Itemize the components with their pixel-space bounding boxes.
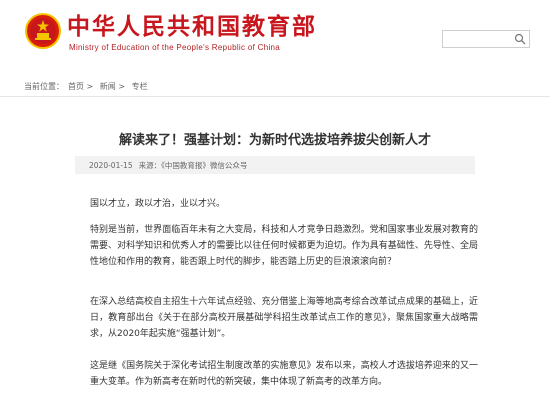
article-source-label: 来源：: [138, 161, 162, 170]
site-header: 中华人民共和国教育部 Ministry of Education of the …: [0, 0, 550, 70]
article-paragraph: 特别是当前，世界面临百年未有之大变局，科技和人才竞争日趋激烈。党和国家事业发展对…: [90, 225, 478, 267]
article-paragraph: 在深入总结高校自主招生十六年试点经验、充分借鉴上海等地高考综合改革试点成果的基础…: [90, 297, 478, 339]
breadcrumb-news-link[interactable]: 新闻: [100, 82, 116, 91]
article-paragraph: 这是继《国务院关于深化考试招生制度改革的实施意见》发布以来，高校人才选拔培养迎来…: [90, 361, 478, 387]
breadcrumb: 当前位置： 首页 > 新闻 > 专栏: [24, 81, 148, 92]
breadcrumb-home-link[interactable]: 首页: [68, 82, 84, 91]
article-date: 2020-01-15: [89, 161, 133, 170]
breadcrumb-bar: 当前位置： 首页 > 新闻 > 专栏: [0, 76, 550, 97]
breadcrumb-prefix: 当前位置：: [24, 82, 64, 91]
breadcrumb-separator: >: [118, 82, 126, 91]
search-icon[interactable]: [514, 33, 526, 45]
breadcrumb-separator: >: [86, 82, 94, 91]
article-source: 《中国教育报》微信公众号: [161, 161, 248, 170]
site-title-cn: 中华人民共和国教育部: [67, 14, 317, 40]
search-box: [442, 30, 530, 52]
article-title: 解读来了！强基计划：为新时代选拔培养拔尖创新人才: [118, 133, 431, 148]
article-meta-bar: 2020-01-15 来源：《中国教育报》微信公众号: [75, 156, 475, 174]
article-paragraph: 国以才立，政以才治，业以才兴。: [90, 199, 226, 209]
article-meta: 2020-01-15 来源：《中国教育报》微信公众号: [89, 160, 253, 171]
search-input[interactable]: [443, 35, 517, 52]
breadcrumb-column-link[interactable]: 专栏: [132, 82, 148, 91]
national-emblem-icon: [25, 13, 61, 49]
site-title-en: Ministry of Education of the People's Re…: [69, 43, 281, 52]
